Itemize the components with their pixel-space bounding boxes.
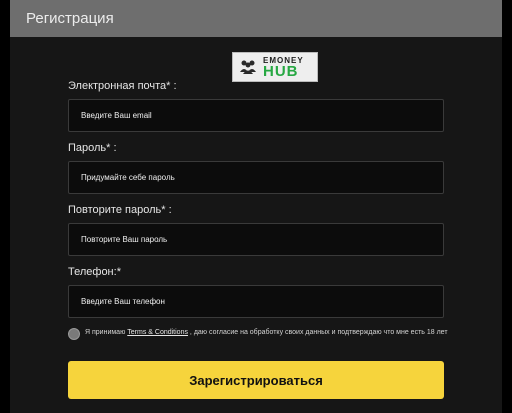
terms-link[interactable]: Terms & Conditions	[127, 329, 188, 336]
repeat-password-field-wrapper	[68, 223, 444, 256]
phone-field-wrapper	[68, 285, 444, 318]
logo-text-bottom: HUB	[263, 63, 299, 80]
consent-suffix: , даю согласие на обработку своих данных…	[187, 329, 448, 336]
phone-label: Телефон:*	[68, 266, 121, 278]
register-button[interactable]: Зарегистрироваться	[68, 361, 444, 399]
repeat-password-label: Повторите пароль* :	[68, 204, 172, 216]
consent-radio[interactable]	[68, 328, 80, 340]
email-field-wrapper	[68, 99, 444, 132]
consent-text: Я принимаю Terms & Conditions , даю согл…	[68, 327, 448, 338]
registration-modal: Регистрация EMONEY HUB Электронная почта…	[10, 0, 502, 413]
emoney-hub-logo: EMONEY HUB	[232, 52, 318, 82]
modal-title: Регистрация	[26, 10, 114, 27]
password-field-wrapper	[68, 161, 444, 194]
email-label: Электронная почта* :	[68, 80, 177, 92]
consent-prefix: Я принимаю	[85, 329, 128, 336]
people-group-icon	[240, 60, 256, 74]
password-field[interactable]	[69, 162, 443, 193]
phone-field[interactable]	[69, 286, 443, 317]
modal-header: Регистрация	[10, 0, 502, 37]
password-label: Пароль* :	[68, 142, 117, 154]
repeat-password-field[interactable]	[69, 224, 443, 255]
email-field[interactable]	[69, 100, 443, 131]
